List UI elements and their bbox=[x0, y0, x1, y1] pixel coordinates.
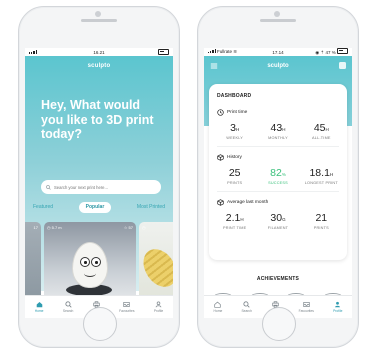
right-screen: Fullrate ≋ 17.14 ◉ ⇡ 47 % sculpto DASHBO… bbox=[204, 48, 352, 318]
nav-search[interactable]: Search bbox=[241, 301, 252, 313]
average-stats: 2.1H PRINT TIME 30G FILAMENT 21 PRINTS bbox=[213, 212, 343, 231]
banana-model-image bbox=[139, 244, 173, 292]
nav-profile[interactable]: Profile bbox=[333, 301, 342, 313]
nav-search[interactable]: Search bbox=[63, 301, 73, 313]
home-icon bbox=[36, 302, 42, 308]
clock-icon bbox=[217, 109, 224, 116]
status-bar: Fullrate ≋ 17.14 ◉ ⇡ 47 % bbox=[204, 48, 352, 56]
dashboard-title: DASHBOARD bbox=[217, 93, 252, 99]
nav-favourites[interactable]: Favourites bbox=[299, 301, 314, 313]
battery-icon bbox=[158, 49, 169, 55]
front-camera bbox=[274, 11, 280, 17]
status-bar: 16.21 bbox=[25, 48, 173, 56]
tab-most-printed[interactable]: Most Printed bbox=[137, 204, 165, 210]
home-button[interactable] bbox=[83, 307, 117, 341]
divider bbox=[217, 146, 339, 147]
app-logo: sculpto bbox=[267, 63, 289, 69]
history-heading: History bbox=[217, 154, 242, 161]
tab-popular[interactable]: Popular bbox=[78, 201, 112, 213]
category-tabs: Featured Popular Most Printed bbox=[25, 200, 173, 214]
mouth bbox=[84, 270, 96, 277]
average-heading: Average last month bbox=[217, 199, 268, 206]
status-time: 16.21 bbox=[93, 49, 105, 55]
user-icon bbox=[335, 301, 341, 308]
home-icon bbox=[214, 301, 222, 308]
left-screen: 16.21 sculpto Hey, What would you like t… bbox=[25, 48, 173, 318]
stat-all-time: 45H ALL-TIME bbox=[311, 122, 331, 141]
stat-filament: 30G FILAMENT bbox=[267, 212, 289, 231]
nav-home[interactable]: Home bbox=[35, 301, 43, 313]
egg-figure-image bbox=[72, 242, 108, 288]
stat-longest-print: 18.1H LONGEST PRINT bbox=[304, 167, 338, 186]
page-title: Hey, What would you like to 3D print tod… bbox=[41, 98, 154, 141]
battery-icon bbox=[337, 48, 348, 54]
front-camera bbox=[95, 11, 101, 17]
box-icon bbox=[217, 154, 224, 161]
nav-profile[interactable]: Profile bbox=[154, 301, 163, 313]
eye bbox=[91, 257, 101, 267]
box-icon bbox=[217, 199, 224, 206]
print-time-stats: 3H WEEKLY 43H MONTHLY 45H ALL-TIME bbox=[213, 122, 343, 141]
account-icon[interactable] bbox=[339, 62, 346, 69]
inbox-icon bbox=[123, 302, 130, 307]
speaker bbox=[260, 19, 296, 22]
print-time-heading: Print time bbox=[217, 109, 247, 116]
model-cards: 17 ◷ 5.7 m ☆ 57 ◷ bbox=[25, 222, 173, 304]
search-bar[interactable] bbox=[41, 180, 161, 194]
stat-monthly: 43H MONTHLY bbox=[268, 122, 288, 141]
home-button[interactable] bbox=[262, 307, 296, 341]
user-icon bbox=[155, 301, 162, 308]
left-phone: 16.21 sculpto Hey, What would you like t… bbox=[18, 6, 180, 348]
nav-home[interactable]: Home bbox=[214, 301, 222, 313]
model-card[interactable]: ◷ bbox=[139, 222, 173, 304]
eye bbox=[80, 257, 90, 267]
speaker bbox=[81, 19, 117, 22]
model-card[interactable]: ◷ 5.7 m ☆ 57 bbox=[44, 222, 136, 304]
history-stats: 25 PRINTS 82% SUCCESS 18.1H LONGEST PRINT bbox=[213, 167, 343, 186]
dashboard-card: DASHBOARD Print time 3H WEEKLY 43H MONTHLY… bbox=[209, 84, 347, 260]
stat-prints: 25 PRINTS bbox=[227, 167, 243, 186]
clock-icon: ◷ bbox=[142, 225, 146, 230]
right-phone: Fullrate ≋ 17.14 ◉ ⇡ 47 % sculpto DASHBO… bbox=[197, 6, 359, 348]
like-count: 17 bbox=[33, 225, 38, 230]
search-icon bbox=[65, 301, 72, 308]
search-icon bbox=[46, 184, 51, 190]
search-input[interactable] bbox=[54, 184, 154, 190]
tab-featured[interactable]: Featured bbox=[33, 204, 53, 210]
stat-avg-print-time: 2.1H PRINT TIME bbox=[222, 212, 247, 231]
inbox-icon bbox=[303, 302, 310, 307]
app-logo: sculpto bbox=[87, 63, 111, 69]
divider bbox=[217, 191, 339, 192]
print-time: ◷ 5.7 m bbox=[47, 225, 62, 230]
stat-success: 82% SUCCESS bbox=[268, 167, 288, 186]
nav-favourites[interactable]: Favourites bbox=[119, 301, 135, 313]
model-card[interactable]: 17 bbox=[25, 222, 41, 304]
achievements-title: ACHIEVEMENTS bbox=[256, 276, 300, 282]
like-count: ☆ 57 bbox=[123, 225, 133, 230]
status-time: 17.14 bbox=[272, 49, 284, 55]
search-icon bbox=[243, 301, 250, 308]
stat-avg-prints: 21 PRINTS bbox=[313, 212, 329, 231]
stat-weekly: 3H WEEKLY bbox=[226, 122, 244, 141]
